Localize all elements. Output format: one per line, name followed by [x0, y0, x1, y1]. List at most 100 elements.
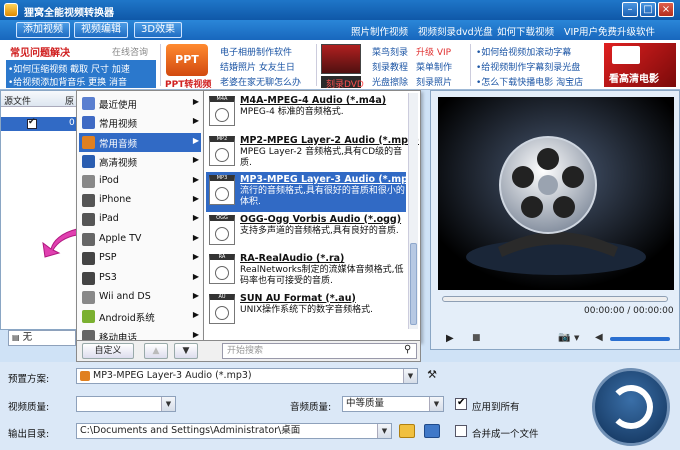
- chevron-right-icon: ▶: [192, 329, 199, 339]
- custom-button[interactable]: 自定义: [82, 343, 134, 359]
- ad-link-album[interactable]: 电子相册制作软件: [220, 45, 292, 58]
- clock-icon: [82, 97, 95, 110]
- format-title: MP2-MPEG Layer-2 Audio (*.mp2): [240, 134, 419, 146]
- file-row[interactable]: [1, 117, 79, 131]
- burn-dvd-link[interactable]: 视频刻录dvd光盘: [418, 24, 493, 38]
- close-button[interactable]: ×: [658, 2, 674, 17]
- preset-select[interactable]: MP3-MPEG Layer-3 Audio (*.mp3) ▼: [76, 368, 418, 384]
- vip-upgrade-link[interactable]: VIP用户免费升级软件: [564, 24, 655, 38]
- format-tag: MP3: [216, 175, 228, 181]
- file-list-panel: 源文件 原 ✔ 0: [0, 90, 79, 330]
- format-tag: MP2: [216, 135, 228, 142]
- 3d-effect-button[interactable]: 3D效果: [134, 22, 183, 38]
- menu-category-android[interactable]: Android系统 ▶: [79, 307, 201, 326]
- scrollbar-thumb[interactable]: [410, 243, 417, 325]
- menu-category-iphone[interactable]: iPhone ▶: [79, 191, 201, 210]
- ppt-logo-icon[interactable]: PPT: [166, 44, 208, 76]
- format-item-ra[interactable]: RA RA-RealAudio (*.ra) RealNetworks制定的流媒体音…: [206, 251, 406, 291]
- ad-link-burn-tutorial[interactable]: 刻录教程: [372, 60, 408, 73]
- photo-to-video-link[interactable]: 照片制作视频: [351, 24, 408, 38]
- menu-category-clock[interactable]: 最近使用 ▶: [79, 94, 201, 113]
- ad-link-subtitle-burn[interactable]: •给视频制作字幕刻录光盘: [476, 60, 580, 73]
- faq-heading[interactable]: 常见问题解决: [10, 44, 70, 59]
- edit-video-button[interactable]: 视频编辑: [74, 22, 128, 38]
- ad-link-wedding[interactable]: 结婚照片 女友生日: [220, 60, 295, 73]
- ad-link-menu[interactable]: 菜单制作: [416, 60, 452, 73]
- menu-category-appletv[interactable]: Apple TV ▶: [79, 230, 201, 249]
- ad-link-newbie-burn[interactable]: 菜鸟刻录: [372, 45, 408, 58]
- minimize-button[interactable]: –: [622, 2, 638, 17]
- format-tag: M4A: [216, 96, 228, 102]
- open-folder-icon[interactable]: [424, 424, 440, 438]
- menu-category-psp[interactable]: PSP ▶: [79, 249, 201, 268]
- apply-all-label[interactable]: 应用到所有: [472, 399, 520, 413]
- volume-icon[interactable]: ◀: [595, 332, 603, 343]
- maximize-button[interactable]: □: [640, 2, 656, 17]
- menu-category-ipad[interactable]: iPad ▶: [79, 210, 201, 229]
- search-icon[interactable]: ⚲: [404, 344, 411, 355]
- format-item-au[interactable]: AU SUN AU Format (*.au) UNIX操作系统下的数字音频格式.: [206, 291, 406, 331]
- ad-link-bored[interactable]: 老婆在家无聊怎么办: [220, 75, 301, 88]
- format-description: MPEG-4 标准的音频格式.: [240, 107, 344, 117]
- menu-category-label: Apple TV: [99, 232, 142, 244]
- camera-dropdown-icon[interactable]: ▼: [574, 334, 579, 342]
- download-video-link[interactable]: 如何下载视频: [497, 24, 554, 38]
- format-category-menu: 最近使用 ▶ 常用视频 ▶ 常用音频 ▶ 高清视频 ▶ iPod ▶ iPhone ▶ iPad ▶ App…: [76, 90, 204, 344]
- ad-bar: 常见问题解决 在线咨询 •如何压缩视频 截取 尺寸 加速 •给视频添加背音乐 更…: [0, 40, 680, 90]
- online-consult-link[interactable]: 在线咨询: [112, 45, 148, 58]
- ps3-icon: [82, 271, 95, 285]
- play-button[interactable]: ▶: [446, 333, 454, 344]
- format-item-mp2[interactable]: MP2 MP2-MPEG Layer-2 Audio (*.mp2) MPEG La…: [206, 133, 419, 173]
- menu-category-label: PSP: [99, 252, 117, 264]
- chevron-down-icon[interactable]: ▼: [429, 397, 443, 411]
- format-list-scrollbar[interactable]: [408, 93, 418, 329]
- format-item-ogg[interactable]: OGG OGG-Ogg Vorbis Audio (*.ogg) 支持多声道的音频格…: [206, 212, 406, 252]
- output-dir-select[interactable]: C:\Documents and Settings\Administrator\…: [76, 423, 392, 439]
- video-quality-select[interactable]: ▼: [76, 396, 176, 412]
- merge-checkbox[interactable]: [455, 425, 467, 437]
- dvd-thumbnail-icon[interactable]: [321, 44, 361, 74]
- format-item-m4a[interactable]: M4A M4A-MPEG-4 Audio (*.m4a) MPEG-4 标准的音频格…: [206, 93, 406, 133]
- hd-movie-label[interactable]: 看高清电影: [609, 70, 659, 85]
- add-video-button[interactable]: 添加视频: [16, 22, 70, 38]
- file-row-checkbox[interactable]: ✔: [27, 117, 37, 129]
- ad-link-download-movie[interactable]: •怎么下载快播电影 淘宝店: [476, 75, 583, 88]
- apply-all-checkbox[interactable]: [455, 397, 467, 410]
- convert-button[interactable]: [592, 368, 670, 446]
- title-bar: 狸窝全能视频转换器 – □ ×: [0, 0, 680, 20]
- faq-link-compress[interactable]: •如何压缩视频 截取 尺寸 加速: [8, 62, 130, 75]
- format-search-input[interactable]: 开始搜索: [222, 343, 417, 359]
- volume-slider[interactable]: [610, 337, 670, 341]
- ad-link-subtitle[interactable]: •如何给视频加滚动字幕: [476, 45, 571, 58]
- burn-dvd-ad-link[interactable]: 刻录DVD: [326, 77, 364, 90]
- move-down-button[interactable]: ▼: [174, 343, 198, 359]
- menu-category-music[interactable]: 常用音频 ▶: [79, 132, 201, 152]
- menu-category-ps3[interactable]: PS3 ▶: [79, 269, 201, 288]
- menu-category-ipod[interactable]: iPod ▶: [79, 172, 201, 191]
- source-file-column[interactable]: 源文件: [4, 94, 31, 107]
- settings-wrench-icon[interactable]: ⚒: [424, 368, 440, 384]
- ad-link-erase[interactable]: 光盘擦除: [372, 75, 408, 88]
- format-item-mp3[interactable]: MP3 MP3-MPEG Layer-3 Audio (*.mp3) 流行的音频格式…: [206, 172, 419, 212]
- chevron-down-icon[interactable]: ▼: [403, 369, 417, 383]
- menu-category-hd[interactable]: 高清视频 ▶: [79, 152, 201, 171]
- browse-folder-icon[interactable]: [399, 424, 415, 438]
- menu-category-video[interactable]: 常用视频 ▶: [79, 113, 201, 132]
- stop-button[interactable]: ■: [472, 333, 481, 343]
- chevron-down-icon[interactable]: ▼: [377, 424, 391, 438]
- seek-bar[interactable]: [442, 296, 668, 302]
- subtitle-select[interactable]: ▤ 无: [8, 330, 76, 346]
- original-column[interactable]: 原: [65, 94, 74, 107]
- faq-link-music[interactable]: •给视频添加背音乐 更换 消音: [8, 75, 127, 88]
- ad-link-vip[interactable]: 升级 VIP: [416, 45, 451, 58]
- chevron-right-icon: ▶: [192, 310, 199, 320]
- audio-quality-select[interactable]: 中等质量 ▼: [342, 396, 444, 412]
- merge-label[interactable]: 合并成一个文件: [472, 426, 539, 440]
- format-description: 支持多声道的音频格式,具有良好的音质.: [240, 225, 399, 236]
- camera-icon[interactable]: 📷: [558, 332, 570, 343]
- move-up-button[interactable]: ▲: [144, 343, 168, 359]
- chevron-down-icon[interactable]: ▼: [161, 397, 175, 411]
- ad-link-burn-photo[interactable]: 刻录照片: [416, 75, 452, 88]
- ppt-to-video-link[interactable]: PPT转视频: [165, 77, 211, 90]
- menu-category-wii[interactable]: Wii and DS ▶: [79, 288, 201, 307]
